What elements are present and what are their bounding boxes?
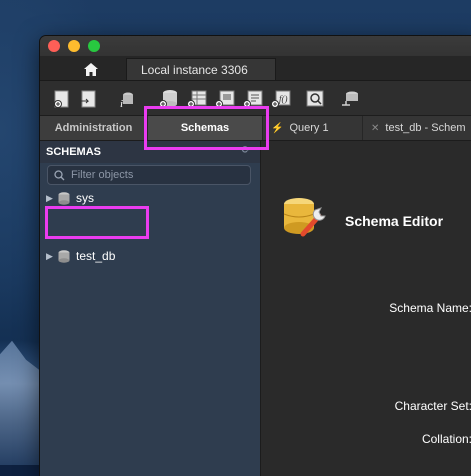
tab-administration-label: Administration bbox=[54, 122, 133, 134]
close-tab-icon[interactable]: ✕ bbox=[371, 123, 379, 134]
tab-test-db-schema-editor[interactable]: ✕ test_db - Schem bbox=[362, 116, 471, 140]
refresh-icon[interactable]: ⟳ bbox=[242, 145, 250, 156]
app-window: Local instance 3306 i f() Administration… bbox=[40, 36, 471, 476]
info-button[interactable]: i bbox=[116, 89, 138, 110]
schema-name: sys bbox=[76, 191, 94, 205]
collation-label: Collation: bbox=[421, 432, 471, 446]
info-icon: i bbox=[120, 92, 133, 110]
schema-editor-panel: Schema Editor Schema Name: Character Set… bbox=[260, 141, 471, 476]
sidebar-header: SCHEMAS ⟳ bbox=[40, 141, 260, 163]
open-sql-file-button[interactable] bbox=[78, 89, 100, 109]
schema-editor-icon bbox=[283, 198, 326, 237]
schema-item-test-db[interactable]: ▶ test_db bbox=[46, 247, 115, 265]
filter-objects-field[interactable] bbox=[47, 165, 251, 185]
character-set-label: Character Set: bbox=[394, 399, 471, 413]
svg-text:i: i bbox=[120, 98, 123, 109]
connection-tab-label: Local instance 3306 bbox=[141, 62, 248, 77]
search-icon bbox=[54, 169, 65, 180]
create-table-button[interactable] bbox=[186, 89, 208, 109]
create-schema-button[interactable] bbox=[158, 89, 180, 109]
create-schema-icon bbox=[159, 90, 177, 108]
database-icon bbox=[58, 249, 70, 263]
schema-name: test_db bbox=[76, 249, 116, 263]
lightning-icon: ⚡ bbox=[271, 122, 284, 134]
home-tab[interactable] bbox=[56, 58, 126, 80]
schema-item-sys[interactable]: ▶ sys bbox=[46, 189, 94, 207]
home-icon bbox=[84, 62, 98, 76]
create-procedure-button[interactable] bbox=[242, 89, 264, 109]
sidebar-title: SCHEMAS bbox=[46, 146, 102, 158]
new-sql-tab-icon bbox=[54, 90, 69, 108]
expand-triangle-icon[interactable]: ▶ bbox=[46, 193, 58, 204]
new-sql-tab-button[interactable] bbox=[52, 89, 74, 109]
title-bar[interactable] bbox=[40, 36, 471, 56]
create-table-icon bbox=[187, 90, 207, 108]
create-view-button[interactable] bbox=[214, 89, 236, 109]
search-table-icon bbox=[306, 90, 324, 107]
connection-tab-local-instance[interactable]: Local instance 3306 bbox=[126, 58, 276, 80]
schema-editor-title: Schema Editor bbox=[345, 213, 444, 229]
zoom-window-button[interactable] bbox=[88, 40, 100, 52]
tab-bar: Administration Schemas ⚡ Query 1 ✕ test_… bbox=[40, 116, 471, 141]
open-sql-file-icon bbox=[81, 90, 96, 108]
create-function-icon: f() bbox=[271, 90, 291, 108]
tab-administration[interactable]: Administration bbox=[40, 116, 148, 140]
main-toolbar: i f() bbox=[40, 81, 471, 116]
tab-test-db-label: test_db - Schem bbox=[385, 122, 466, 134]
expand-triangle-icon[interactable]: ▶ bbox=[46, 251, 58, 262]
create-view-icon bbox=[215, 90, 235, 108]
reconnect-button[interactable] bbox=[340, 89, 362, 109]
svg-text:f(): f() bbox=[279, 94, 288, 104]
minimize-window-button[interactable] bbox=[68, 40, 80, 52]
tab-schemas-label: Schemas bbox=[180, 122, 230, 134]
filter-objects-input[interactable] bbox=[65, 169, 241, 181]
reconnect-icon bbox=[342, 91, 358, 106]
schemas-sidebar: SCHEMAS ⟳ ▶ sys ▶ test_db bbox=[40, 141, 260, 476]
close-window-button[interactable] bbox=[48, 40, 60, 52]
connection-tab-bar: Local instance 3306 bbox=[40, 56, 471, 81]
create-procedure-icon bbox=[243, 90, 263, 108]
create-function-button[interactable]: f() bbox=[270, 89, 292, 109]
database-icon bbox=[58, 191, 70, 205]
tab-schemas[interactable]: Schemas bbox=[148, 116, 262, 140]
schema-name-label: Schema Name: bbox=[389, 301, 471, 315]
search-table-button[interactable] bbox=[304, 89, 326, 109]
tab-query-1-label: Query 1 bbox=[289, 122, 329, 134]
tab-query-1[interactable]: ⚡ Query 1 bbox=[262, 116, 362, 140]
